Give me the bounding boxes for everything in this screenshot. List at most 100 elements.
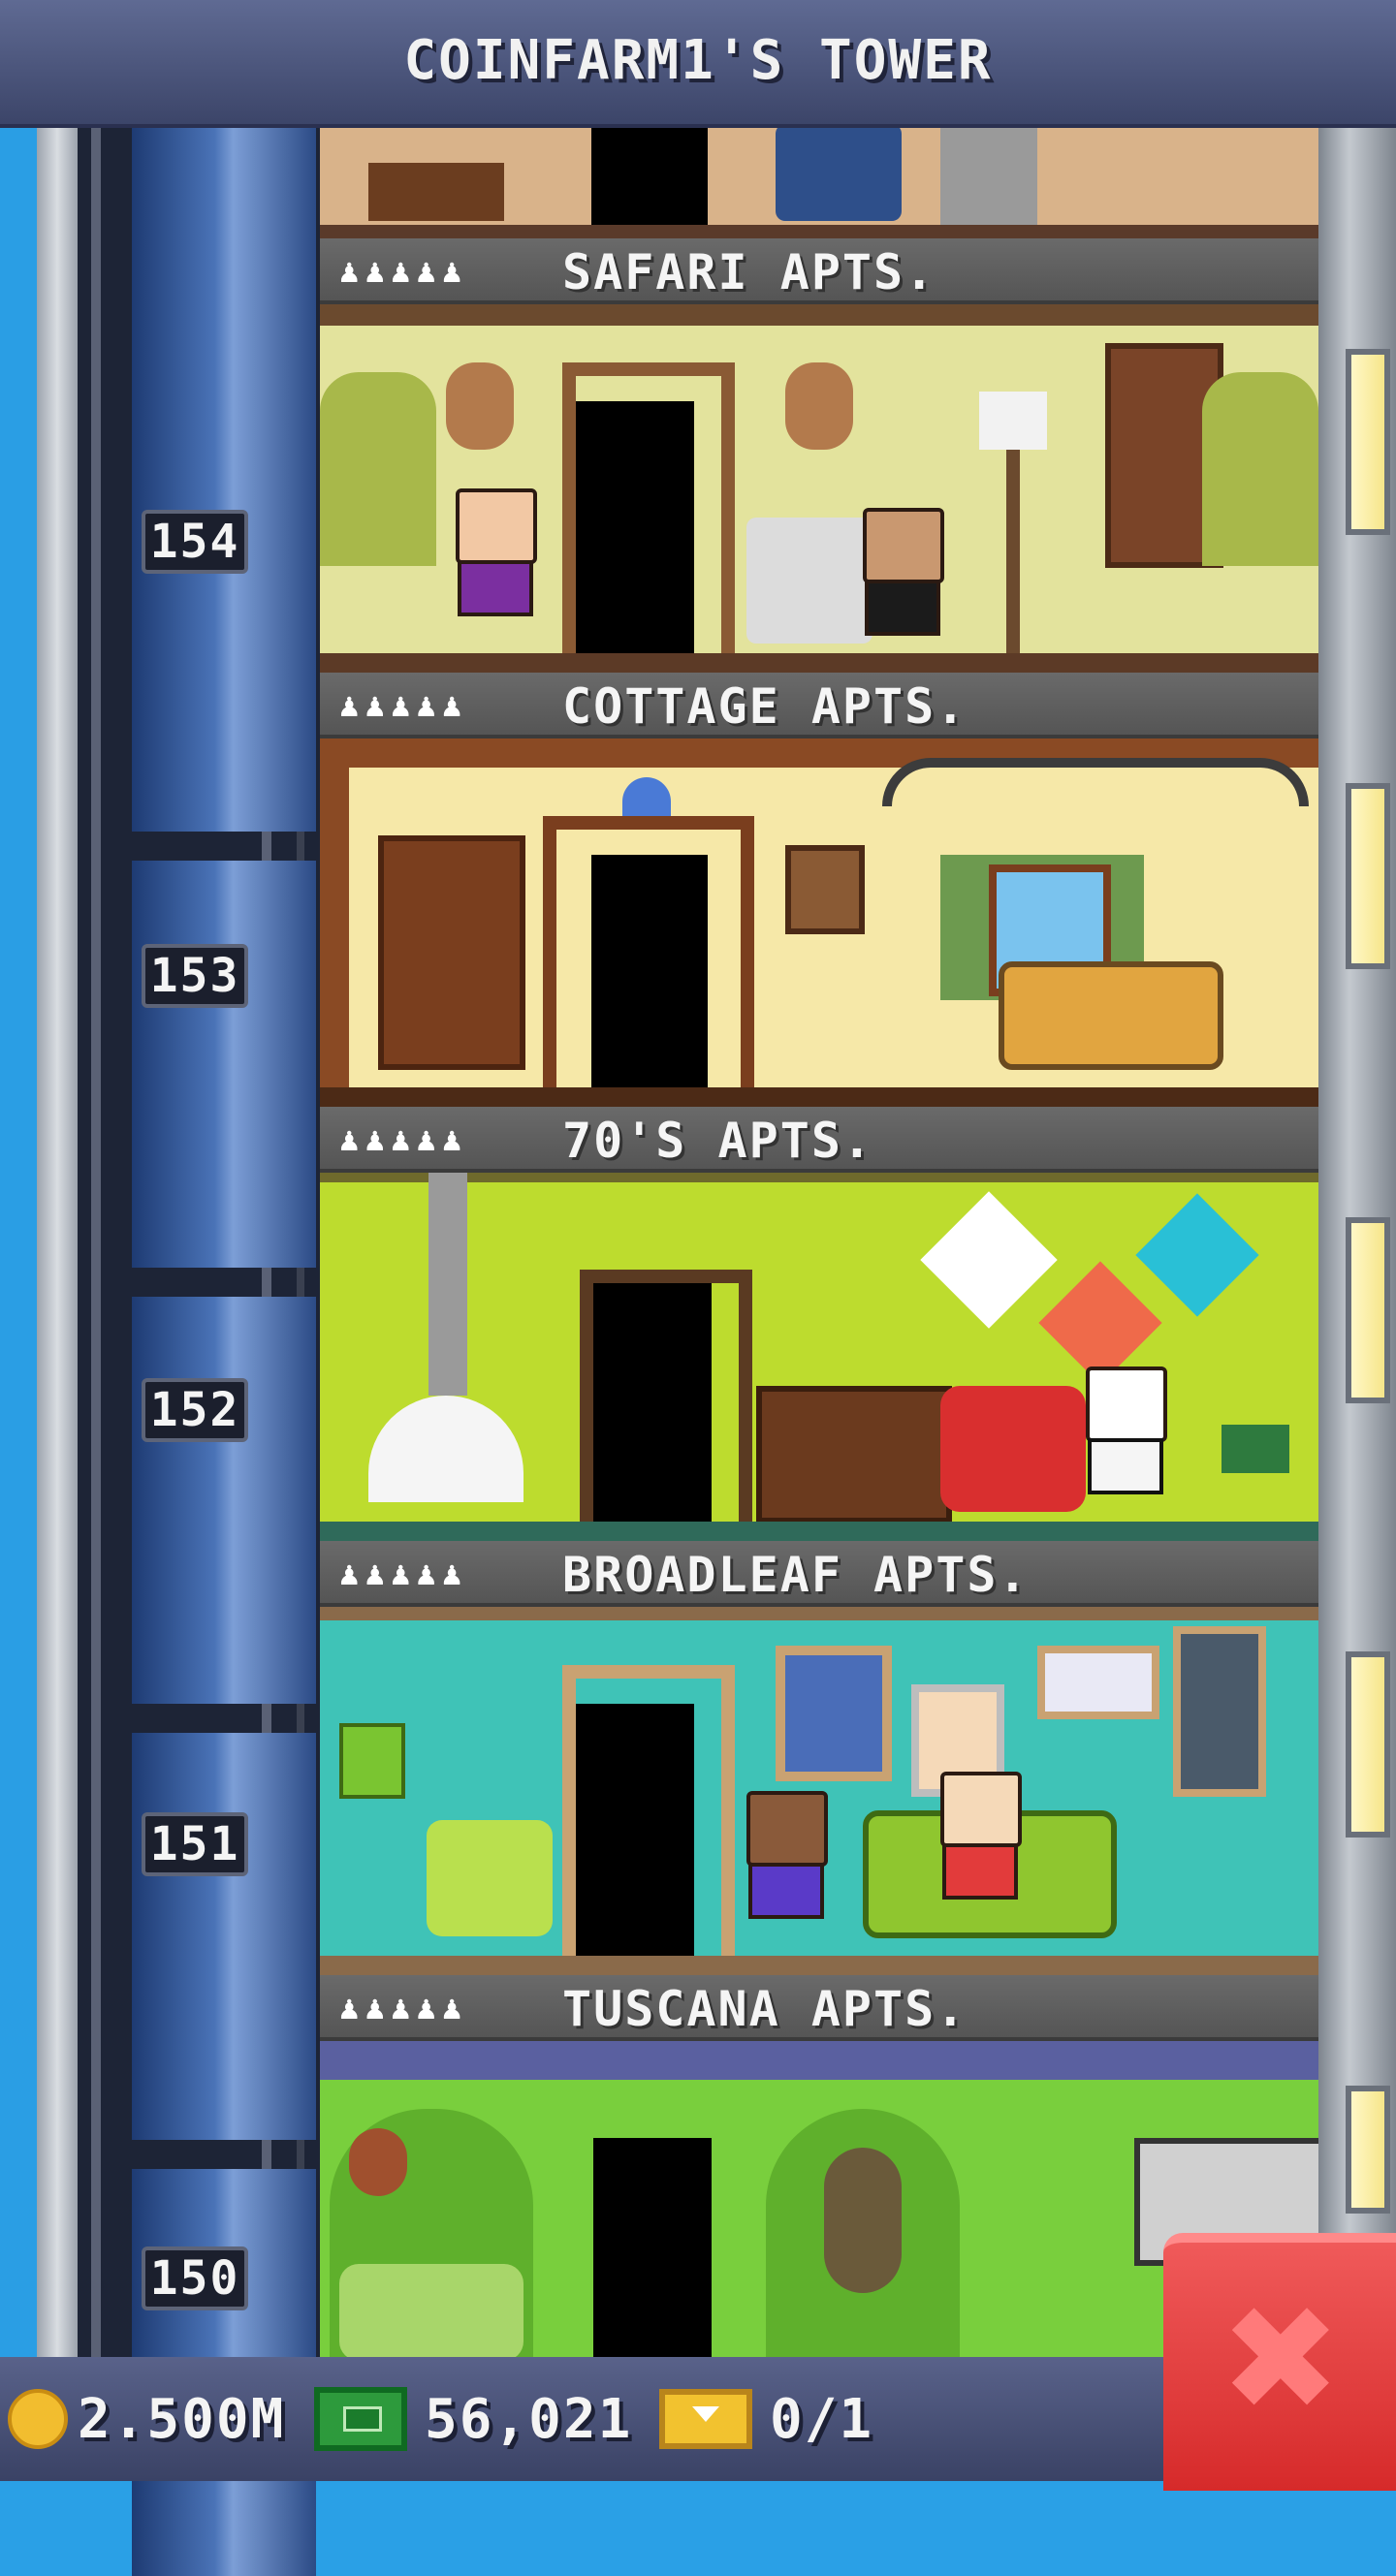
floor-number-150: 150 (142, 2246, 248, 2310)
coin-icon (8, 2389, 68, 2449)
bux-value: 56,021 (425, 2387, 633, 2451)
floor-name: BROADLEAF APTS. (562, 1547, 1030, 1603)
floor-lamp (979, 392, 1047, 450)
resident-body (458, 560, 533, 616)
close-icon: ✖ (1220, 2276, 1342, 2444)
vine-arch (882, 758, 1309, 806)
tribal-mask (446, 362, 514, 450)
room-interior (320, 1173, 1318, 1543)
floor-sign: ♟♟♟♟♟ TUSCANA APTS. (320, 1975, 1318, 2041)
floor-sign: ♟♟♟♟♟ COTTAGE APTS. (320, 673, 1318, 738)
room-interior (320, 304, 1318, 675)
tickets-counter: 0/1 (659, 2378, 873, 2460)
ceiling-beam (320, 1607, 1318, 1620)
stone-wall (940, 124, 1037, 229)
ceiling-lamp (622, 777, 671, 816)
resident-body (1088, 1438, 1163, 1494)
floor-sign: ♟♟♟♟♟ SAFARI APTS. (320, 238, 1318, 304)
floor-safari-apts[interactable]: ♟♟♟♟♟ SAFARI APTS. (320, 238, 1318, 675)
resident-head (746, 1791, 828, 1867)
close-button[interactable]: ✖ (1163, 2233, 1396, 2491)
retro-tv (756, 1386, 952, 1524)
residents-icon: ♟♟♟♟♟ (339, 1555, 468, 1593)
framed-painting (1037, 1646, 1159, 1719)
floor-name: COTTAGE APTS. (562, 678, 968, 735)
tower-window (1346, 1217, 1390, 1403)
zebra-armchair (746, 518, 872, 644)
door (576, 401, 694, 655)
tower-outer-wall-left (37, 124, 78, 2357)
floor-name: TUSCANA APTS. (562, 1981, 968, 2037)
resident-body (865, 580, 940, 636)
floor-sign: ♟♟♟♟♟ BROADLEAF APTS. (320, 1541, 1318, 1607)
partial-floor-above[interactable] (320, 124, 1318, 238)
floor-boards (320, 653, 1318, 675)
residents-icon: ♟♟♟♟♟ (339, 1120, 468, 1159)
floor-boards (320, 1956, 1318, 1977)
table-lamp (339, 1723, 405, 1799)
floor-number-152: 152 (142, 1378, 248, 1442)
hanging-fireplace (368, 1396, 524, 1502)
elevator-car-segment (132, 861, 316, 1268)
elevator-car-segment (132, 424, 316, 832)
residents-icon: ♟♟♟♟♟ (339, 252, 468, 291)
residents-icon: ♟♟♟♟♟ (339, 686, 468, 725)
top-bar: COINFARM1'S TOWER (0, 0, 1396, 128)
floor-name: SAFARI APTS. (562, 244, 936, 300)
sofa (999, 961, 1223, 1070)
floor-number-153: 153 (142, 944, 248, 1008)
ceiling-beam (320, 2041, 1318, 2080)
elevator-shaft[interactable] (78, 66, 320, 2576)
radio (1222, 1425, 1289, 1473)
green-armchair (427, 1820, 553, 1936)
ticket-icon (659, 2389, 752, 2449)
framed-painting (776, 1646, 892, 1781)
ceiling-beam (320, 304, 1318, 326)
framed-painting (1173, 1626, 1266, 1797)
tribal-mask (785, 362, 853, 450)
floor-70s-apts[interactable]: ♟♟♟♟♟ 70'S APTS. (320, 1107, 1318, 1543)
dining-table (368, 163, 504, 221)
floor-sign: ♟♟♟♟♟ 70'S APTS. (320, 1107, 1318, 1173)
potted-plant (320, 372, 436, 566)
tower-window (1346, 783, 1390, 969)
armchair (776, 124, 902, 221)
resident-body (748, 1863, 824, 1919)
framed-picture (785, 845, 865, 934)
floor-cottage-apts[interactable]: ♟♟♟♟♟ COTTAGE APTS. (320, 673, 1318, 1109)
coins-counter: 2.500M (8, 2378, 285, 2460)
tower-title: COINFARM1'S TOWER (403, 29, 993, 92)
tickets-value: 0/1 (770, 2387, 874, 2451)
tower-window (1346, 349, 1390, 535)
floor-carpet (320, 1522, 1318, 1543)
door (591, 124, 708, 229)
door (591, 855, 708, 1087)
bookshelf (378, 835, 525, 1070)
elevator-car-segment (132, 1733, 316, 2140)
room-interior (320, 738, 1318, 1109)
floor-boards (320, 225, 1318, 238)
tower-window (1346, 2086, 1390, 2214)
flower-decal (920, 1191, 1058, 1329)
sky-background (0, 124, 39, 2357)
residents-icon: ♟♟♟♟♟ (339, 1989, 468, 2027)
floor-broadleaf-apts[interactable]: ♟♟♟♟♟ BROADLEAF APTS. (320, 1541, 1318, 1977)
sofa (339, 2264, 524, 2361)
floor-number-154: 154 (142, 510, 248, 574)
resident-head (1086, 1367, 1167, 1442)
resident-head (456, 488, 537, 564)
tower-window (1346, 1651, 1390, 1838)
resident-head (863, 508, 944, 583)
potted-plant (1202, 372, 1318, 566)
floor-name: 70'S APTS. (562, 1113, 874, 1169)
vase (349, 2128, 407, 2196)
floor-boards (320, 1087, 1318, 1109)
door (593, 2138, 712, 2357)
fireplace-chimney (428, 1173, 467, 1396)
timber-post (320, 768, 349, 1087)
topiary-plant (824, 2148, 902, 2293)
floor-lamp-stand (1006, 450, 1020, 653)
ceiling-beam (320, 1173, 1318, 1182)
shaft-rail (91, 124, 101, 2357)
bux-icon (314, 2387, 407, 2451)
